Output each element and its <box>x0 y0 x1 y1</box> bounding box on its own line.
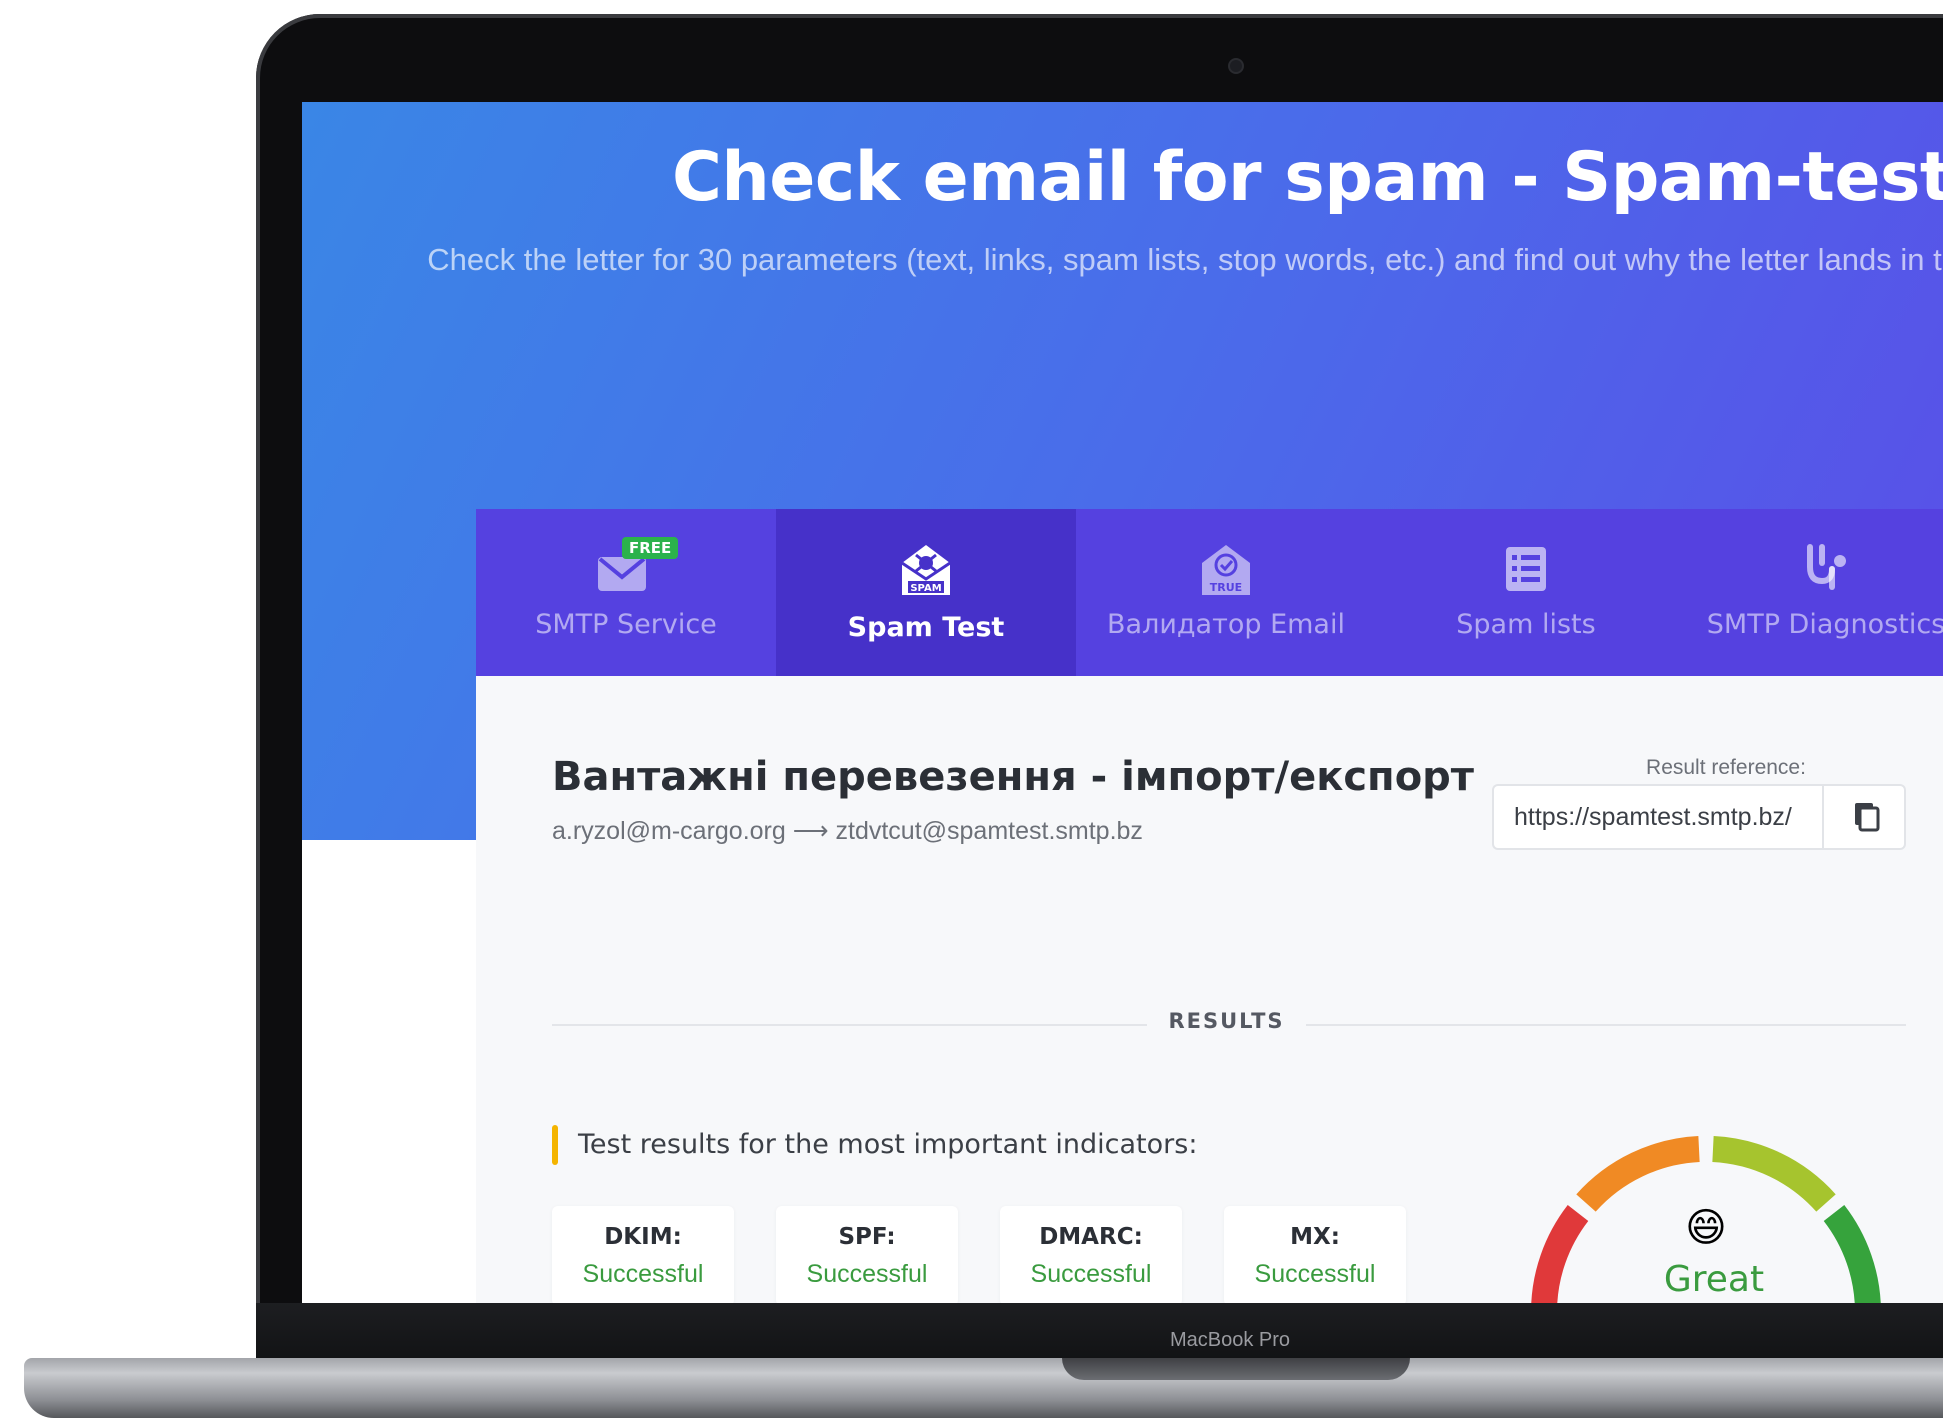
indicator-status: Successful <box>1254 1260 1376 1288</box>
laptop-base <box>24 1358 1943 1418</box>
indicator-status: Successful <box>1030 1260 1152 1288</box>
laptop-notch <box>1062 1358 1410 1380</box>
indicator-name: DMARC: <box>1039 1224 1143 1250</box>
tab-spam-test[interactable]: SPAM Spam Test <box>776 509 1076 676</box>
stethoscope-icon <box>1807 544 1846 590</box>
indicator-status: Successful <box>582 1260 704 1288</box>
spam-envelope-icon: SPAM <box>901 545 951 595</box>
tab-label: Валидатор Email <box>1107 609 1345 640</box>
device-label: MacBook Pro <box>1169 1329 1291 1351</box>
free-badge: FREE <box>622 537 679 559</box>
tab-label: SMTP Diagnostics <box>1706 609 1943 640</box>
laptop-chin <box>256 1303 1943 1358</box>
svg-text:SPAM: SPAM <box>910 583 941 594</box>
indicator-name: SPF: <box>838 1224 896 1250</box>
divider <box>1306 1024 1906 1026</box>
email-addresses: a.ryzol@m-cargo.org ⟶ ztdvtcut@spamtest.… <box>552 817 1143 845</box>
copy-icon <box>1855 803 1880 832</box>
indicator-dmarc: DMARC: Successful <box>1000 1206 1182 1303</box>
important-indicators-label: Test results for the most important indi… <box>578 1129 1198 1160</box>
tab-smtp-service[interactable]: FREE SMTP Service <box>476 509 776 676</box>
page-title: Check email for spam - Spam-test newslet… <box>671 138 1943 217</box>
results-heading: RESULTS <box>1168 1009 1285 1033</box>
svg-text:TRUE: TRUE <box>1210 581 1242 594</box>
gauge-rating: Great <box>1663 1259 1765 1300</box>
tool-tabs: FREE SMTP Service SPAM Spam Test TRUE Ва… <box>476 509 1943 676</box>
list-icon <box>1506 547 1546 591</box>
indicator-dkim: DKIM: Successful <box>552 1206 734 1303</box>
validator-icon: TRUE <box>1202 545 1250 595</box>
result-reference-label: Result reference: <box>1646 756 1806 779</box>
indicator-spf: SPF: Successful <box>776 1206 958 1303</box>
tab-email-validator[interactable]: TRUE Валидатор Email <box>1076 509 1376 676</box>
email-subject: Вантажні перевезення - імпорт/експорт <box>552 754 1474 800</box>
result-reference-field[interactable]: https://spamtest.smtp.bz/ <box>1492 784 1822 850</box>
indicator-mx: MX: Successful <box>1224 1206 1406 1303</box>
page-subtitle: Check the letter for 30 parameters (text… <box>427 242 1943 277</box>
tab-label: SMTP Service <box>535 609 717 640</box>
divider <box>552 1024 1147 1026</box>
browser-screen: Check email for spam - Spam-test newslet… <box>302 102 1943 1303</box>
tab-label: Spam lists <box>1456 609 1596 640</box>
indicator-name: DKIM: <box>604 1224 682 1250</box>
camera-icon <box>1228 58 1244 74</box>
tab-spam-lists[interactable]: Spam lists <box>1376 509 1676 676</box>
smile-emoji-icon: 😄 <box>1685 1205 1727 1251</box>
tab-smtp-diagnostics[interactable]: SMTP Diagnostics <box>1676 509 1943 676</box>
indicator-name: MX: <box>1290 1224 1340 1250</box>
spam-test-card: FREE SMTP Service SPAM Spam Test TRUE Ва… <box>476 509 1943 1303</box>
indicator-status: Successful <box>806 1260 928 1288</box>
copy-button[interactable] <box>1822 784 1906 850</box>
tab-label: Spam Test <box>847 612 1005 643</box>
accent-bar <box>552 1125 558 1165</box>
